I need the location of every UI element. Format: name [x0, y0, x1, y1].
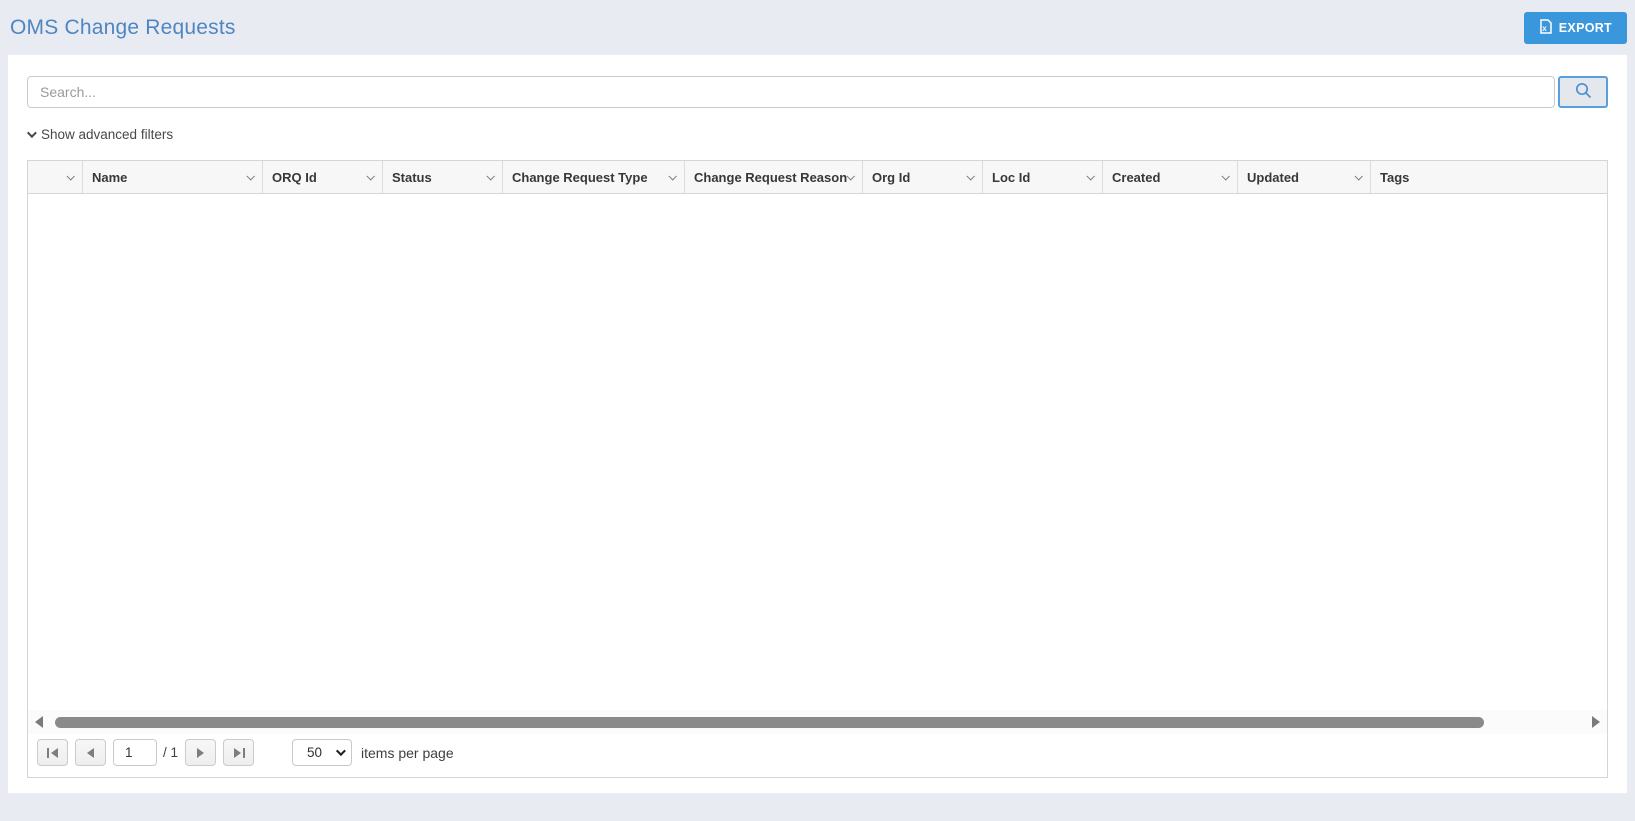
excel-file-icon: x: [1539, 18, 1552, 37]
previous-page-button[interactable]: [75, 739, 106, 766]
grid-header-row: Name ORQ Id Status Change Request Type Chang…: [28, 161, 1607, 194]
column-label: ORQ Id: [272, 169, 317, 185]
column-label: Status: [392, 169, 432, 185]
pager: / 1 50 items per: [28, 734, 1607, 777]
search-row: [27, 76, 1608, 108]
column-header-orq-id[interactable]: ORQ Id: [262, 161, 382, 193]
column-label: Name: [92, 169, 128, 185]
last-page-button[interactable]: [223, 739, 255, 766]
scroll-right-arrow-icon[interactable]: [1592, 716, 1600, 728]
grid-body-empty: [28, 194, 1607, 710]
column-menu-chevron-down-icon[interactable]: [668, 172, 677, 181]
first-page-button[interactable]: [37, 739, 68, 766]
column-label: Tags: [1380, 169, 1410, 185]
column-label: Org Id: [872, 169, 911, 185]
column-menu-chevron-down-icon[interactable]: [246, 172, 255, 181]
column-header-row-select[interactable]: [28, 161, 82, 193]
column-menu-chevron-down-icon[interactable]: [486, 172, 495, 181]
scrollbar-track[interactable]: [49, 716, 1586, 728]
arrow-right-icon: [196, 747, 205, 758]
page-size-value: 50: [307, 745, 323, 760]
column-menu-chevron-down-icon[interactable]: [1354, 172, 1363, 181]
column-header-created[interactable]: Created: [1102, 161, 1237, 193]
column-header-status[interactable]: Status: [382, 161, 502, 193]
advanced-filters-label: Show advanced filters: [41, 126, 174, 142]
svg-text:x: x: [1542, 24, 1547, 33]
search-button[interactable]: [1558, 76, 1608, 108]
export-button-label: EXPORT: [1558, 20, 1612, 35]
column-header-change-request-type[interactable]: Change Request Type: [502, 161, 684, 193]
items-per-page-label: items per page: [361, 744, 454, 761]
page-header: OMS Change Requests x EXPORT: [0, 0, 1635, 55]
search-input[interactable]: [27, 76, 1555, 108]
page-title: OMS Change Requests: [10, 15, 236, 39]
column-menu-chevron-down-icon[interactable]: [1086, 172, 1095, 181]
column-header-name[interactable]: Name: [82, 161, 262, 193]
page-number-input[interactable]: [113, 739, 157, 766]
page-size-select[interactable]: 50: [292, 739, 353, 766]
next-page-button[interactable]: [185, 739, 217, 766]
content-panel: Show advanced filters Name ORQ Id Status Ch…: [8, 55, 1627, 793]
data-grid: Name ORQ Id Status Change Request Type Chang…: [27, 160, 1608, 778]
column-header-updated[interactable]: Updated: [1237, 161, 1370, 193]
seek-last-icon: [233, 747, 245, 758]
arrow-left-icon: [86, 747, 95, 758]
column-label: Change Request Reason: [694, 169, 848, 185]
export-button[interactable]: x EXPORT: [1523, 11, 1627, 44]
scrollbar-thumb[interactable]: [55, 716, 1485, 728]
column-label: Updated: [1247, 169, 1299, 185]
select-caret-icon: [335, 746, 346, 757]
column-label: Created: [1112, 169, 1161, 185]
page-total-label: / 1: [163, 745, 179, 760]
column-menu-chevron-down-icon[interactable]: [1221, 172, 1230, 181]
horizontal-scrollbar[interactable]: [28, 710, 1607, 734]
magnifier-icon: [1574, 81, 1593, 103]
column-menu-chevron-down-icon[interactable]: [366, 172, 375, 181]
column-label: Loc Id: [992, 169, 1031, 185]
chevron-down-icon: [26, 127, 37, 138]
seek-first-icon: [46, 747, 59, 758]
column-header-org-id[interactable]: Org Id: [862, 161, 982, 193]
column-label: Change Request Type: [512, 169, 648, 185]
column-menu-chevron-down-icon[interactable]: [846, 172, 856, 181]
advanced-filters-toggle[interactable]: Show advanced filters: [26, 124, 174, 144]
column-menu-chevron-down-icon[interactable]: [966, 172, 975, 181]
column-header-tags[interactable]: Tags: [1370, 161, 1607, 193]
column-header-change-request-reason[interactable]: Change Request Reason: [684, 161, 862, 193]
scroll-left-arrow-icon[interactable]: [35, 716, 43, 728]
column-menu-chevron-down-icon[interactable]: [66, 172, 75, 181]
column-header-loc-id[interactable]: Loc Id: [982, 161, 1102, 193]
